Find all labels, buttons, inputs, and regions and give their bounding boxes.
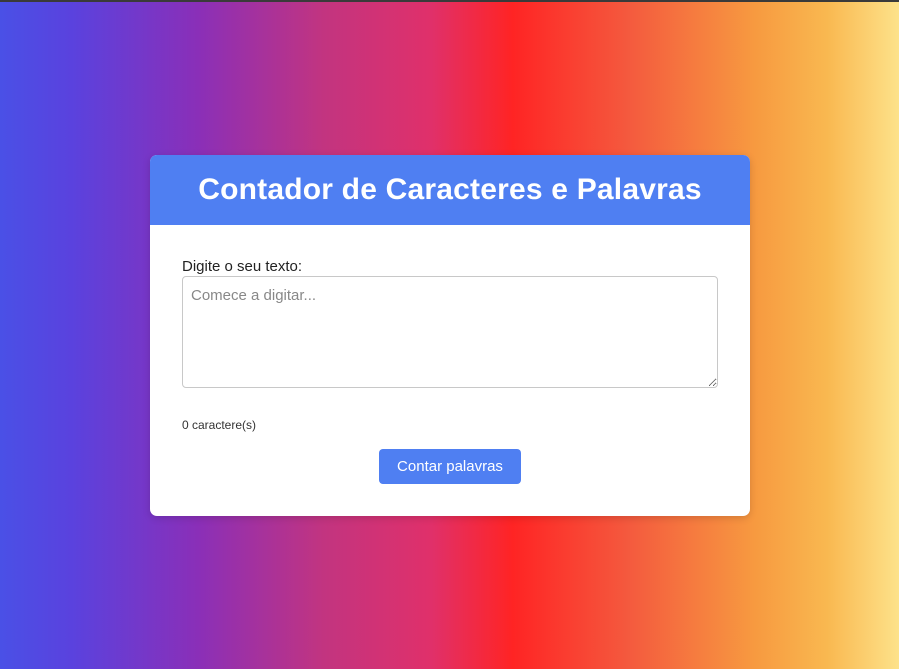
page-title: Contador de Caracteres e Palavras — [198, 173, 702, 206]
text-input[interactable] — [182, 276, 718, 388]
counter-card: Contador de Caracteres e Palavras Digite… — [150, 155, 750, 516]
window-top-border — [0, 0, 899, 2]
count-words-button[interactable]: Contar palavras — [379, 449, 521, 484]
text-input-label: Digite o seu texto: — [182, 258, 303, 275]
card-header: Contador de Caracteres e Palavras — [150, 155, 750, 225]
character-count: 0 caractere(s) — [182, 418, 257, 432]
